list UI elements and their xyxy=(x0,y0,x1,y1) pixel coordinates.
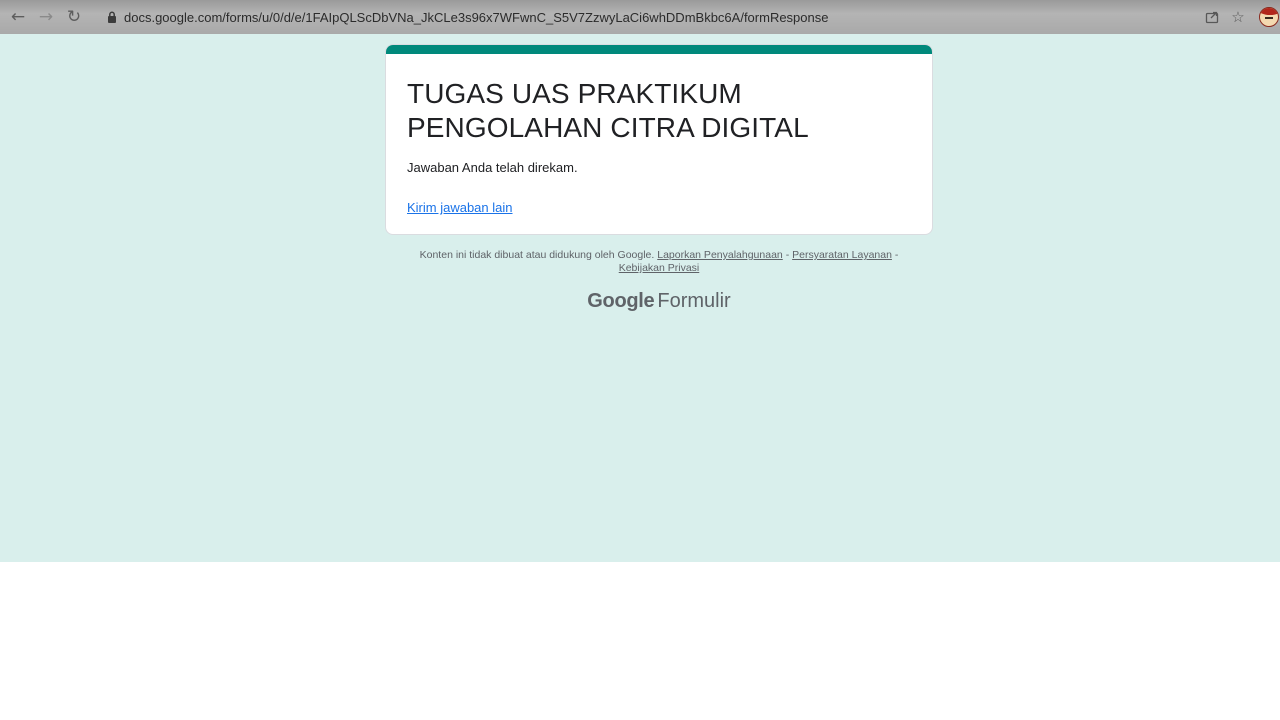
footer-separator: - xyxy=(785,249,790,261)
forward-arrow-icon[interactable]: → xyxy=(32,3,60,31)
confirmation-card: TUGAS UAS PRAKTIKUM PENGOLAHAN CITRA DIG… xyxy=(385,44,933,235)
confirmation-message: Jawaban Anda telah direkam. xyxy=(407,160,578,175)
google-wordmark: Google xyxy=(587,290,655,312)
share-icon[interactable] xyxy=(1199,4,1225,30)
card-accent-bar xyxy=(386,45,932,54)
reload-icon[interactable]: ↻ xyxy=(60,3,88,31)
submit-another-response-link[interactable]: Kirim jawaban lain xyxy=(407,200,513,215)
lock-icon[interactable] xyxy=(106,9,118,25)
back-arrow-icon[interactable]: ← xyxy=(4,3,32,31)
form-title: TUGAS UAS PRAKTIKUM PENGOLAHAN CITRA DIG… xyxy=(407,78,809,143)
browser-toolbar: ← → ↻ docs.google.com/forms/u/0/d/e/1FAI… xyxy=(0,0,1280,34)
address-bar[interactable]: docs.google.com/forms/u/0/d/e/1FAIpQLScD… xyxy=(124,10,828,25)
google-forms-logo[interactable]: Google Formulir xyxy=(0,290,1280,313)
toolbar-actions: ☆ xyxy=(1199,0,1280,34)
footer-separator: - xyxy=(894,249,899,261)
footer-disclaimer: Konten ini tidak dibuat atau didukung ol… xyxy=(398,249,920,275)
privacy-policy-link[interactable]: Kebijakan Privasi xyxy=(619,262,700,274)
product-name: Formulir xyxy=(657,290,731,312)
form-page: TUGAS UAS PRAKTIKUM PENGOLAHAN CITRA DIG… xyxy=(0,34,1280,562)
terms-of-service-link[interactable]: Persyaratan Layanan xyxy=(792,249,892,261)
profile-avatar[interactable] xyxy=(1259,7,1279,27)
report-abuse-link[interactable]: Laporkan Penyalahgunaan xyxy=(657,249,783,261)
bookmark-star-icon[interactable]: ☆ xyxy=(1225,4,1251,30)
disclaimer-text: Konten ini tidak dibuat atau didukung ol… xyxy=(419,249,655,261)
